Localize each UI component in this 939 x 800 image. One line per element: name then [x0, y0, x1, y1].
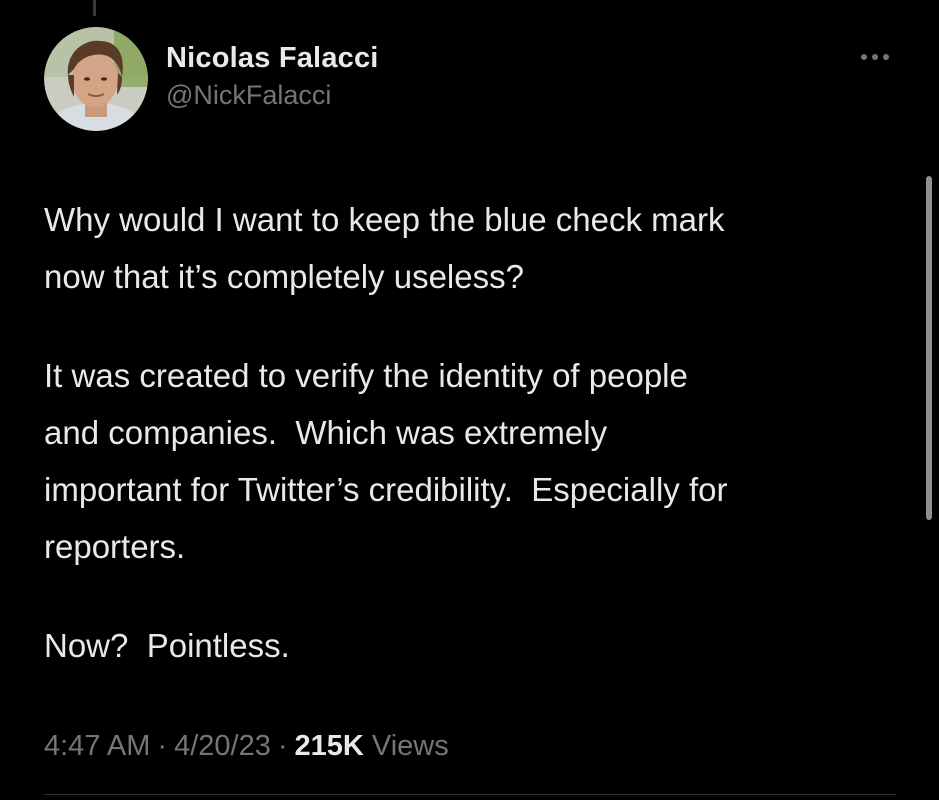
views-label[interactable]: Views — [372, 730, 449, 762]
author-display-name[interactable]: Nicolas Falacci — [166, 41, 379, 75]
tweet-paragraph: Why would I want to keep the blue check … — [44, 201, 725, 295]
divider — [44, 794, 896, 795]
tweet-paragraph: It was created to verify the identity of… — [44, 357, 728, 565]
tweet-paragraph: Now? Pointless. — [44, 627, 290, 664]
views-count[interactable]: 215K — [295, 730, 364, 762]
more-options-button[interactable] — [858, 43, 892, 71]
scrollbar[interactable] — [926, 176, 932, 520]
tweet-time[interactable]: 4:47 AM — [44, 730, 150, 762]
tweet-date[interactable]: 4/20/23 — [174, 730, 271, 762]
meta-separator: · — [277, 730, 288, 762]
author-info: Nicolas Falacci @NickFalacci — [166, 41, 379, 112]
tweet-text: Why would I want to keep the blue check … — [44, 191, 904, 674]
author-handle[interactable]: @NickFalacci — [166, 78, 379, 112]
meta-separator: · — [157, 730, 168, 762]
thread-connector-line — [93, 0, 96, 16]
more-horizontal-icon — [861, 54, 889, 60]
tweet-header: Nicolas Falacci @NickFalacci — [44, 27, 904, 137]
avatar[interactable] — [44, 27, 148, 131]
tweet-meta: 4:47 AM · 4/20/23 · 215K Views — [44, 726, 449, 766]
